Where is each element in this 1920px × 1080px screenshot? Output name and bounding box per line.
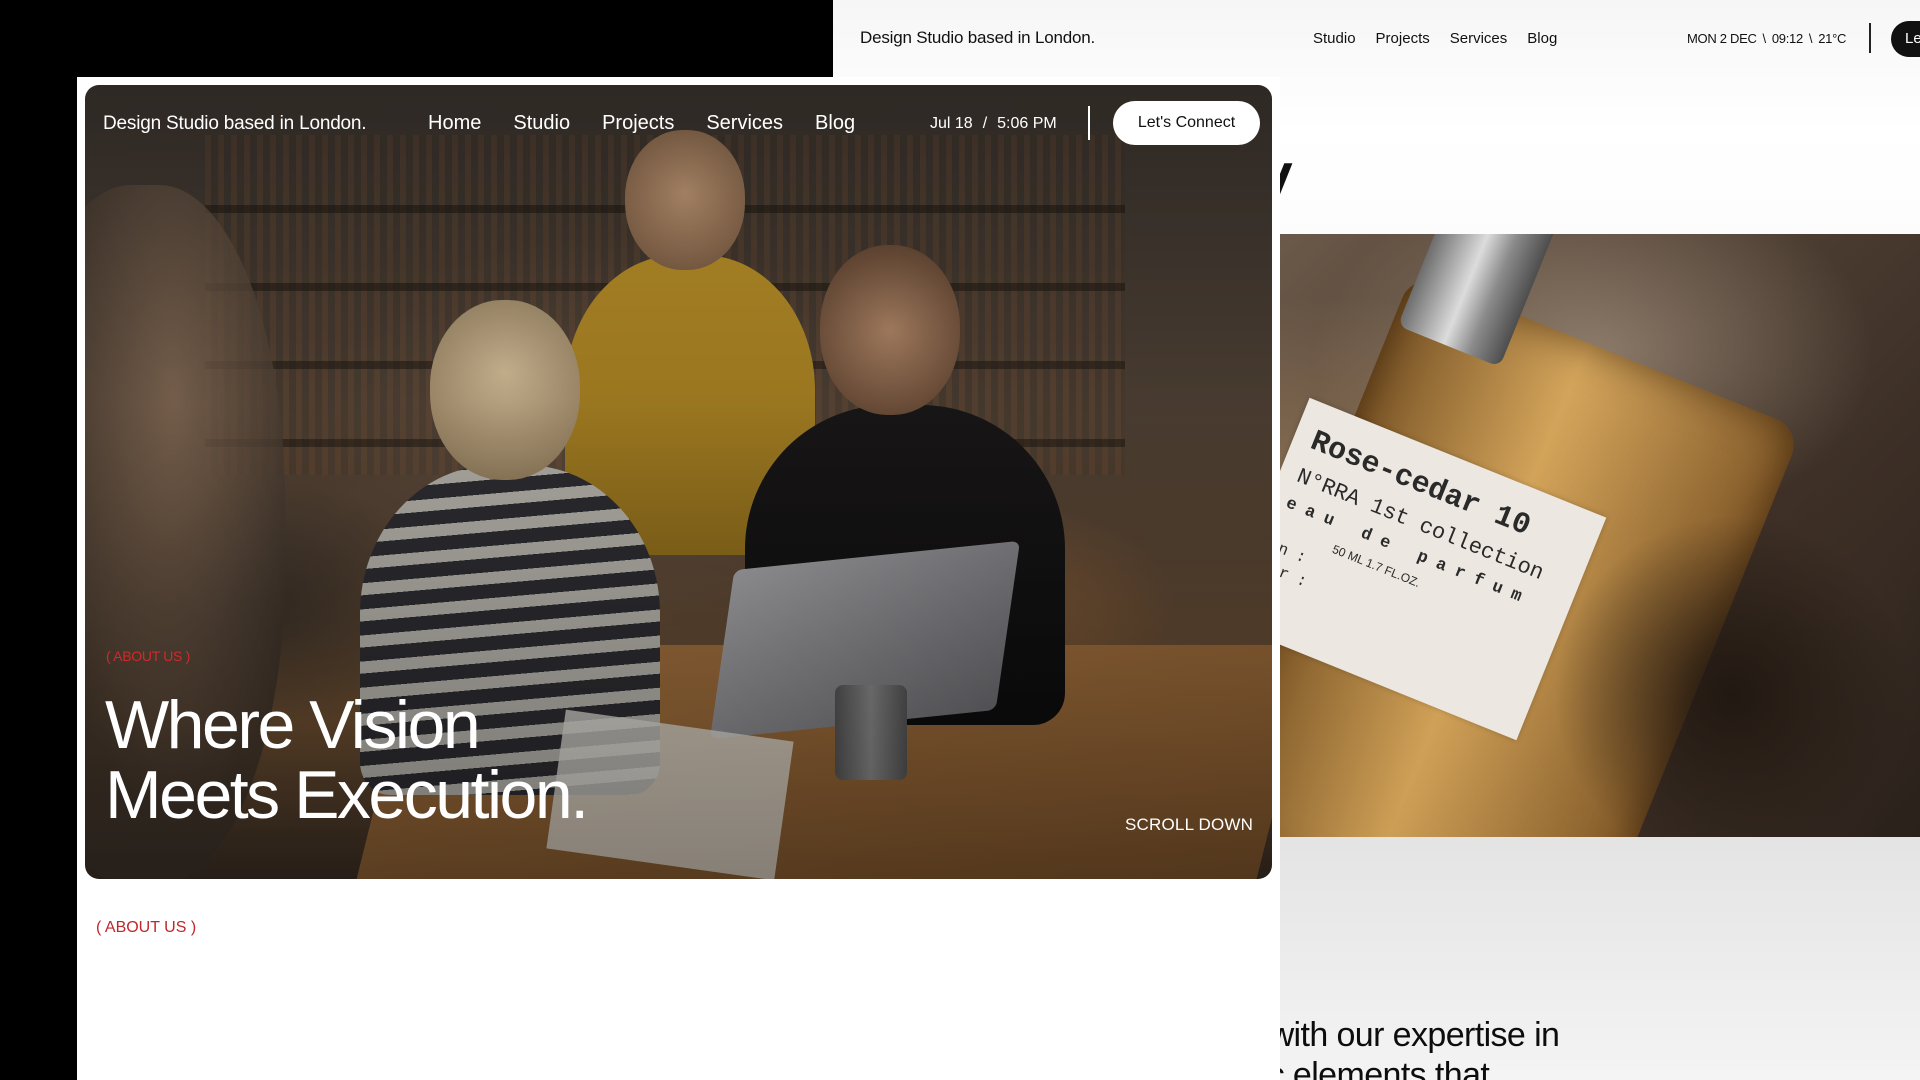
back-nav-blog[interactable]: Blog (1527, 30, 1557, 47)
back-header: Design Studio based in London. Studio Pr… (833, 0, 1920, 78)
date: Jul 18 (930, 115, 973, 132)
back-temperature: 21°C (1818, 31, 1847, 46)
date-time: Jul 18 / 5:06 PM (930, 115, 1057, 133)
nav-divider (1088, 106, 1090, 140)
hero-heading-line2: Meets Execution. (105, 757, 589, 833)
scroll-down-link[interactable]: SCROLL DOWN (1125, 815, 1253, 835)
nav-home[interactable]: Home (428, 112, 481, 135)
back-nav-services[interactable]: Services (1450, 30, 1508, 47)
hero-heading-line1: Where Vision (105, 687, 481, 763)
hero-eyebrow: ( ABOUT US ) (106, 648, 191, 664)
nav-services[interactable]: Services (706, 112, 783, 135)
nav-projects[interactable]: Projects (602, 112, 674, 135)
site-tagline: Design Studio based in London. (103, 113, 367, 134)
about-us-label: ( ABOUT US ) (96, 919, 197, 936)
main-nav: Home Studio Projects Services Blog (428, 112, 855, 135)
back-nav-divider (1869, 23, 1871, 53)
nav-studio[interactable]: Studio (513, 112, 570, 135)
front-browser-window: Design Studio based in London. Home Stud… (77, 77, 1280, 1080)
front-header: Design Studio based in London. Home Stud… (85, 85, 1272, 165)
back-site-tagline: Design Studio based in London. (860, 28, 1096, 47)
back-nav-studio[interactable]: Studio (1313, 30, 1356, 47)
back-separator: \ (1808, 31, 1813, 46)
back-nav-projects[interactable]: Projects (1376, 30, 1430, 47)
lets-connect-button[interactable]: Let's Connect (1113, 101, 1260, 145)
back-main-nav: Studio Projects Services Blog (1313, 30, 1557, 47)
back-connect-button[interactable]: Le (1891, 21, 1920, 57)
back-date: MON 2 DEC (1687, 31, 1757, 46)
hero-section: Design Studio based in London. Home Stud… (85, 85, 1272, 879)
time: 5:06 PM (997, 115, 1057, 132)
nav-blog[interactable]: Blog (815, 112, 855, 135)
back-date-time-weather: MON 2 DEC \ 09:12 \ 21°C (1687, 31, 1846, 46)
date-time-separator: / (982, 115, 988, 132)
back-separator: \ (1762, 31, 1767, 46)
back-time: 09:12 (1771, 31, 1803, 46)
hero-heading: Where Vision Meets Execution. (105, 687, 589, 833)
